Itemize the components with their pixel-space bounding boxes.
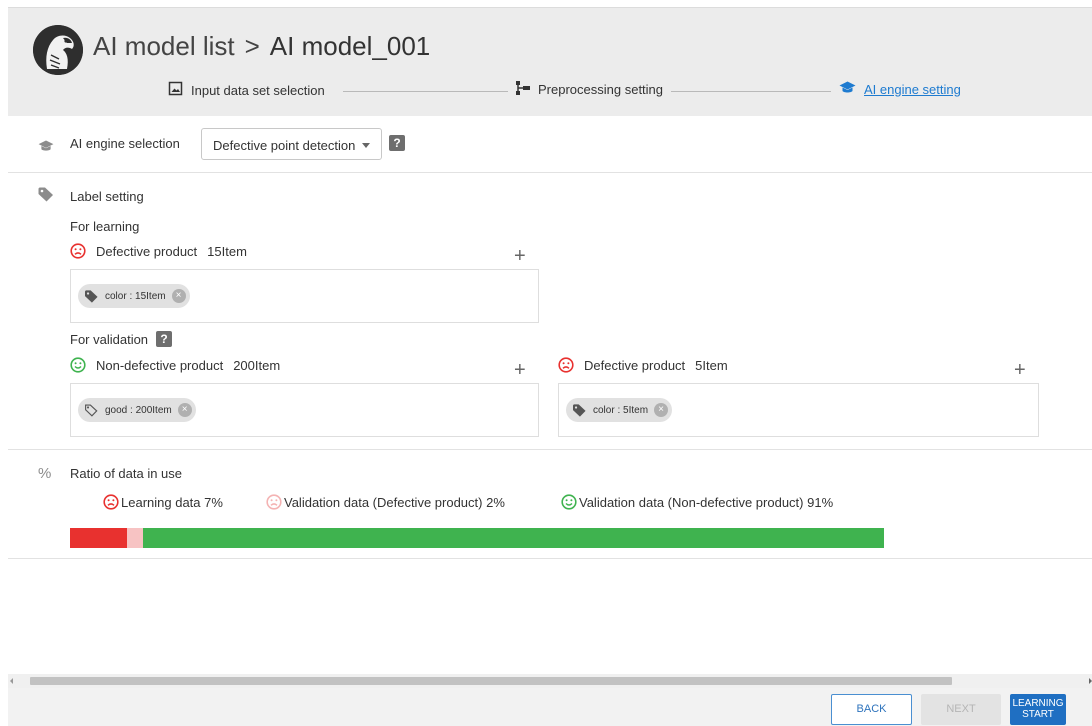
horizontal-scrollbar[interactable] (8, 674, 1092, 688)
data-ratio-bar (70, 528, 884, 548)
label-chip[interactable]: color : 15Item × (78, 284, 190, 308)
engine-select[interactable]: Defective point detection (201, 128, 382, 160)
label-name: Defective product (584, 357, 686, 373)
sad-face-icon (266, 494, 282, 510)
tag-icon (573, 403, 586, 417)
learning-label-box[interactable]: color : 15Item × (70, 269, 539, 323)
legend-validation-non-defective: Validation data (Non-defective product) … (561, 494, 833, 510)
ratio-segment-3 (143, 528, 884, 548)
chip-label: good : 200Item (105, 404, 172, 416)
back-button[interactable]: BACK (831, 694, 912, 725)
for-learning-heading: For learning (70, 219, 140, 234)
add-validation-defective-button[interactable]: + (1014, 360, 1026, 380)
percent-icon: % (38, 465, 52, 482)
step-ai-engine[interactable]: AI engine setting (839, 81, 961, 97)
breadcrumb-ai-model-list[interactable]: AI model list (93, 31, 235, 61)
legend-learning-data: Learning data 7% (103, 494, 223, 510)
legend-label: Validation data (Defective product) 2% (284, 494, 505, 510)
remove-chip-icon[interactable]: × (171, 289, 186, 303)
learning-defective-label: Defective product 15Item (70, 243, 247, 259)
add-validation-non-defective-button[interactable]: + (514, 360, 526, 380)
add-learning-label-button[interactable]: + (514, 246, 526, 266)
happy-face-icon (70, 357, 86, 373)
label-count: 5Item (695, 357, 728, 373)
label-name: Defective product (96, 243, 198, 259)
label-setting-title: Label setting (70, 189, 144, 204)
label-count: 15Item (207, 243, 247, 259)
data-ratio-section: % Ratio of data in use Learning data 7% … (8, 450, 1092, 559)
engine-selection-label: AI engine selection (70, 136, 180, 151)
legend-label: Learning data 7% (121, 494, 223, 510)
next-button[interactable]: NEXT (921, 694, 1001, 725)
chevron-down-icon (362, 143, 370, 148)
legend-validation-defective: Validation data (Defective product) 2% (266, 494, 505, 510)
ratio-title: Ratio of data in use (70, 466, 183, 481)
footer-actions: BACK NEXT LEARNING START (8, 688, 1092, 726)
learning-start-label-line1: LEARNING (1012, 698, 1064, 709)
wizard-steps: Input data set selection Preprocessing s… (168, 81, 968, 103)
ratio-segment-2 (126, 528, 144, 548)
step-connector (343, 91, 508, 92)
page-header: AI model list > AI model_001 Input data se… (8, 8, 1092, 116)
sad-face-icon (103, 494, 119, 510)
label-name: Non-defective product (96, 357, 224, 373)
learning-start-label-line2: START (1022, 709, 1054, 720)
step-label: AI engine setting (864, 81, 961, 97)
breadcrumb-separator: > (244, 31, 260, 61)
engine-select-value: Defective point detection (213, 138, 356, 153)
main-content: AI engine selection Defective point dete… (8, 116, 1092, 674)
for-validation-label: For validation (70, 331, 149, 347)
sad-face-icon (558, 357, 574, 373)
remove-chip-icon[interactable]: × (654, 403, 669, 417)
happy-face-icon (561, 494, 577, 510)
label-chip[interactable]: good : 200Item × (78, 398, 196, 422)
step-connector (671, 91, 831, 92)
label-setting-section: Label setting For learning Defective pro… (8, 173, 1092, 450)
validation-non-defective-box[interactable]: good : 200Item × (70, 383, 539, 437)
chip-label: color : 15Item (105, 290, 166, 302)
step-preprocessing[interactable]: Preprocessing setting (516, 81, 663, 98)
step-label: Input data set selection (191, 82, 325, 98)
ratio-segment-1 (70, 528, 127, 548)
graduation-cap-icon (38, 139, 54, 157)
chip-label: color : 5Item (593, 404, 649, 416)
engine-selection-row: AI engine selection Defective point dete… (8, 116, 1092, 173)
scroll-left-icon[interactable] (10, 678, 13, 684)
tag-outline-icon (85, 403, 98, 417)
tag-icon (38, 187, 54, 207)
help-icon[interactable]: ? (156, 331, 173, 347)
learning-start-button[interactable]: LEARNING START (1010, 694, 1066, 725)
preprocessing-icon (516, 81, 530, 98)
validation-non-defective-label: Non-defective product 200Item (70, 357, 280, 373)
image-icon (168, 81, 183, 99)
tag-icon (85, 289, 98, 303)
label-count: 200Item (233, 357, 281, 373)
validation-defective-box[interactable]: color : 5Item × (558, 383, 1039, 437)
eagle-logo-icon (33, 25, 83, 75)
for-validation-heading: For validation ? (70, 331, 173, 347)
step-label: Preprocessing setting (538, 82, 664, 97)
sad-face-icon (70, 243, 86, 259)
help-icon[interactable]: ? (389, 135, 405, 151)
label-chip[interactable]: color : 5Item × (566, 398, 673, 422)
graduation-cap-icon (839, 81, 856, 97)
app-window: AI model list > AI model_001 Input data se… (8, 8, 1092, 726)
remove-chip-icon[interactable]: × (177, 403, 192, 417)
page-title: AI model list > AI model_001 (93, 31, 430, 62)
scrollbar-thumb[interactable] (30, 677, 952, 685)
legend-label: Validation data (Non-defective product) … (579, 494, 834, 510)
validation-defective-label: Defective product 5Item (558, 357, 728, 373)
breadcrumb-current: AI model_001 (269, 31, 431, 61)
step-input-data-set[interactable]: Input data set selection (168, 81, 325, 99)
window-top-edge (8, 0, 1092, 8)
window-left-edge (0, 0, 8, 726)
